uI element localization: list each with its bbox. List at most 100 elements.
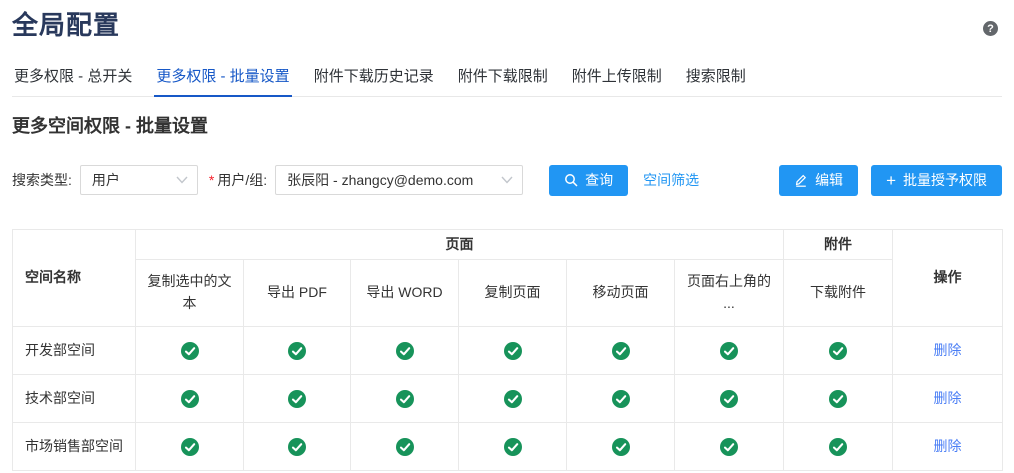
check-circle-icon <box>612 390 630 408</box>
permission-cell <box>567 327 675 375</box>
check-circle-icon <box>504 390 522 408</box>
tab-more-permissions-master[interactable]: 更多权限 - 总开关 <box>12 63 134 96</box>
check-circle-icon <box>829 342 847 360</box>
required-asterisk: * <box>209 172 214 188</box>
action-cell: 删除 <box>893 423 1003 471</box>
permission-cell <box>675 327 784 375</box>
table-row: 市场销售部空间 删除 <box>13 423 1003 471</box>
search-type-selected-value: 用户 <box>92 170 120 190</box>
column-group-page: 页面 <box>136 230 784 260</box>
tab-search-limit[interactable]: 搜索限制 <box>684 63 748 96</box>
check-circle-icon <box>612 438 630 456</box>
column-header-action: 操作 <box>893 230 1003 327</box>
permission-cell <box>459 375 567 423</box>
permission-cell <box>675 375 784 423</box>
user-group-label: 用户/组: <box>217 170 267 190</box>
tab-attachment-download-limit[interactable]: 附件下载限制 <box>456 63 550 96</box>
search-icon <box>564 173 578 187</box>
permission-cell <box>567 423 675 471</box>
column-header-page-top-right-menu: 页面右上角的 ... <box>675 260 784 327</box>
check-circle-icon <box>720 438 738 456</box>
user-group-selected-value: 张辰阳 - zhangcy@demo.com <box>287 170 473 190</box>
chevron-down-icon <box>176 176 188 184</box>
check-circle-icon <box>504 342 522 360</box>
query-button[interactable]: 查询 <box>549 165 628 196</box>
column-header-space-name: 空间名称 <box>13 230 136 327</box>
permission-cell <box>567 375 675 423</box>
delete-link[interactable]: 删除 <box>934 438 962 454</box>
delete-link[interactable]: 删除 <box>934 390 962 406</box>
column-header-copy-selected-text: 复制选中的文本 <box>136 260 244 327</box>
section-title: 更多空间权限 - 批量设置 <box>12 112 1002 138</box>
check-circle-icon <box>396 390 414 408</box>
chevron-down-icon <box>501 176 513 184</box>
permission-cell <box>244 423 351 471</box>
space-name-cell: 市场销售部空间 <box>13 423 136 471</box>
search-type-select[interactable]: 用户 <box>80 165 198 195</box>
delete-link[interactable]: 删除 <box>934 342 962 358</box>
edit-button[interactable]: 编辑 <box>779 165 858 196</box>
column-group-attachment: 附件 <box>784 230 893 260</box>
tab-attachment-upload-limit[interactable]: 附件上传限制 <box>570 63 664 96</box>
check-circle-icon <box>396 342 414 360</box>
column-header-export-word: 导出 WORD <box>351 260 459 327</box>
toolbar-right-actions: 编辑 + 批量授予权限 <box>779 165 1002 196</box>
check-circle-icon <box>288 342 306 360</box>
batch-grant-button-label: 批量授予权限 <box>903 170 987 190</box>
tab-more-permissions-batch[interactable]: 更多权限 - 批量设置 <box>154 63 291 97</box>
permission-cell <box>244 375 351 423</box>
permission-cell <box>784 423 893 471</box>
check-circle-icon <box>720 390 738 408</box>
tab-attachment-download-history[interactable]: 附件下载历史记录 <box>312 63 436 96</box>
permission-cell <box>675 423 784 471</box>
space-permissions-table: 空间名称 页面 附件 操作 复制选中的文本 导出 PDF 导出 WORD 复制页… <box>12 229 1003 471</box>
toolbar: 搜索类型: 用户 * 用户/组: 张辰阳 - zhangcy@demo.com … <box>12 164 1002 196</box>
permission-cell <box>459 423 567 471</box>
action-cell: 删除 <box>893 327 1003 375</box>
table-group-header-row: 空间名称 页面 附件 操作 <box>13 230 1003 260</box>
permission-cell <box>351 327 459 375</box>
check-circle-icon <box>720 342 738 360</box>
check-circle-icon <box>396 438 414 456</box>
check-circle-icon <box>181 342 199 360</box>
permission-cell <box>784 375 893 423</box>
permission-cell <box>244 327 351 375</box>
permission-cell <box>136 423 244 471</box>
search-type-label: 搜索类型: <box>12 170 72 190</box>
action-cell: 删除 <box>893 375 1003 423</box>
page-title: 全局配置 <box>12 5 1002 42</box>
user-group-select[interactable]: 张辰阳 - zhangcy@demo.com <box>275 165 523 195</box>
column-header-export-pdf: 导出 PDF <box>244 260 351 327</box>
table-row: 技术部空间 删除 <box>13 375 1003 423</box>
column-header-copy-page: 复制页面 <box>459 260 567 327</box>
check-circle-icon <box>829 438 847 456</box>
space-name-cell: 开发部空间 <box>13 327 136 375</box>
pencil-icon <box>794 173 808 187</box>
column-header-download-attachment: 下载附件 <box>784 260 893 327</box>
space-filter-link[interactable]: 空间筛选 <box>643 170 699 190</box>
global-config-page: 全局配置 ? 更多权限 - 总开关 更多权限 - 批量设置 附件下载历史记录 附… <box>0 5 1014 471</box>
batch-grant-button[interactable]: + 批量授予权限 <box>871 165 1002 196</box>
check-circle-icon <box>504 438 522 456</box>
space-name-cell: 技术部空间 <box>13 375 136 423</box>
user-group-field-label: * 用户/组: <box>209 170 267 190</box>
plus-icon: + <box>886 172 896 189</box>
help-icon[interactable]: ? <box>983 21 998 36</box>
check-circle-icon <box>829 390 847 408</box>
permission-cell <box>136 375 244 423</box>
table-row: 开发部空间 删除 <box>13 327 1003 375</box>
edit-button-label: 编辑 <box>815 170 843 190</box>
permission-cell <box>459 327 567 375</box>
query-button-label: 查询 <box>585 170 613 190</box>
permission-cell <box>351 375 459 423</box>
tab-bar: 更多权限 - 总开关 更多权限 - 批量设置 附件下载历史记录 附件下载限制 附… <box>12 63 1002 97</box>
permission-cell <box>136 327 244 375</box>
check-circle-icon <box>288 390 306 408</box>
check-circle-icon <box>288 438 306 456</box>
permission-cell <box>784 327 893 375</box>
check-circle-icon <box>181 390 199 408</box>
table-sub-header-row: 复制选中的文本 导出 PDF 导出 WORD 复制页面 移动页面 页面右上角的 … <box>13 260 1003 327</box>
check-circle-icon <box>181 438 199 456</box>
check-circle-icon <box>612 342 630 360</box>
permission-cell <box>351 423 459 471</box>
